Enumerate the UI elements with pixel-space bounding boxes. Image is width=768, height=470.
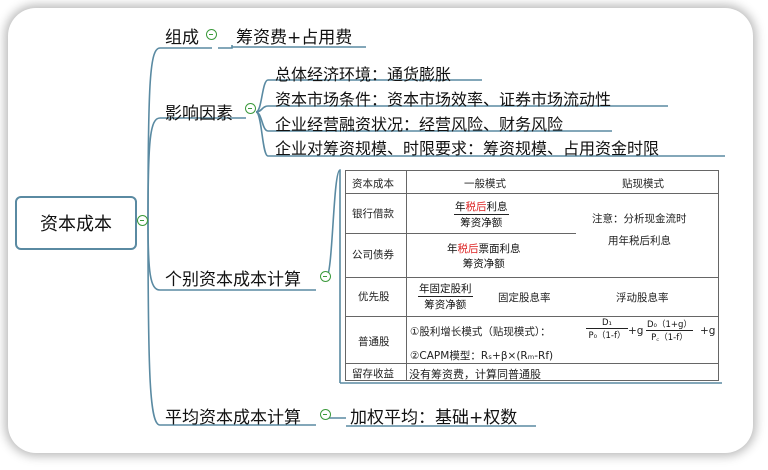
loan-formula: 年税后利息 筹资净额	[454, 201, 509, 229]
collapse-toggle-average[interactable]	[320, 409, 331, 420]
table-col-discount: 贴现模式	[622, 178, 664, 190]
table-head-retained: 留存收益	[352, 368, 394, 380]
common-model-2: ②CAPM模型：Rₛ+β×(Rₘ-Rf)	[410, 350, 554, 362]
average-content: 加权平均：基础+权数	[350, 408, 518, 428]
composition-content: 筹资费+占用费	[236, 28, 353, 48]
branch-composition-label: 组成	[165, 28, 199, 48]
collapse-toggle-factors[interactable]	[245, 103, 256, 114]
common-model-1: ①股利增长模式（贴现模式）：	[410, 326, 551, 338]
collapse-toggle-individual[interactable]	[320, 271, 331, 282]
plus-g-1: +g	[628, 325, 644, 337]
collapse-toggle-root[interactable]	[137, 215, 148, 226]
branch-factors-label: 影响因素	[165, 104, 233, 124]
plus-g-2: +g	[700, 325, 716, 337]
table-head-common: 普通股	[358, 336, 390, 348]
root-label: 资本成本	[40, 214, 112, 235]
branch-individual-label: 个别资本成本计算	[165, 270, 301, 290]
collapse-toggle-composition[interactable]	[206, 29, 217, 40]
table-col-general: 一般模式	[464, 178, 506, 190]
root-node[interactable]: 资本成本	[15, 196, 137, 250]
bond-formula: 年税后票面利息 筹资净额	[447, 243, 521, 270]
factor-item-3: 企业经营融资状况：经营风险、财务风险	[275, 115, 564, 134]
table-head-capital: 资本成本	[352, 178, 394, 190]
retained-text: 没有筹资费，计算同普通股	[409, 368, 541, 381]
preferred-fixed-rate: 固定股息率	[498, 292, 551, 304]
branch-average-label: 平均资本成本计算	[165, 408, 301, 428]
note-line-2: 用年税后利息	[608, 235, 671, 247]
preferred-floating-rate: 浮动股息率	[616, 292, 669, 304]
table-head-preferred: 优先股	[358, 291, 390, 303]
factor-item-4: 企业对筹资规模、时限要求：筹资规模、占用资金时限	[275, 139, 660, 158]
note-line-1: 注意：分析现金流时	[592, 213, 687, 225]
common-formula-1: D₁ P₀（1-f）	[586, 318, 628, 341]
common-formula-2: D₀（1+g） P꜀（1-f）	[646, 320, 693, 343]
factor-item-2: 资本市场条件：资本市场效率、证券市场流动性	[275, 90, 612, 109]
table-head-bond: 公司债券	[352, 249, 394, 261]
factor-item-1: 总体经济环境：通货膨胀	[275, 65, 452, 84]
table-head-loan: 银行借款	[352, 208, 394, 220]
cost-table: 资本成本 一般模式 贴现模式 银行借款 年税后利息 筹资净额 注意：分析现金流时…	[345, 170, 719, 381]
preferred-formula: 年固定股利 筹资净额	[418, 283, 473, 311]
